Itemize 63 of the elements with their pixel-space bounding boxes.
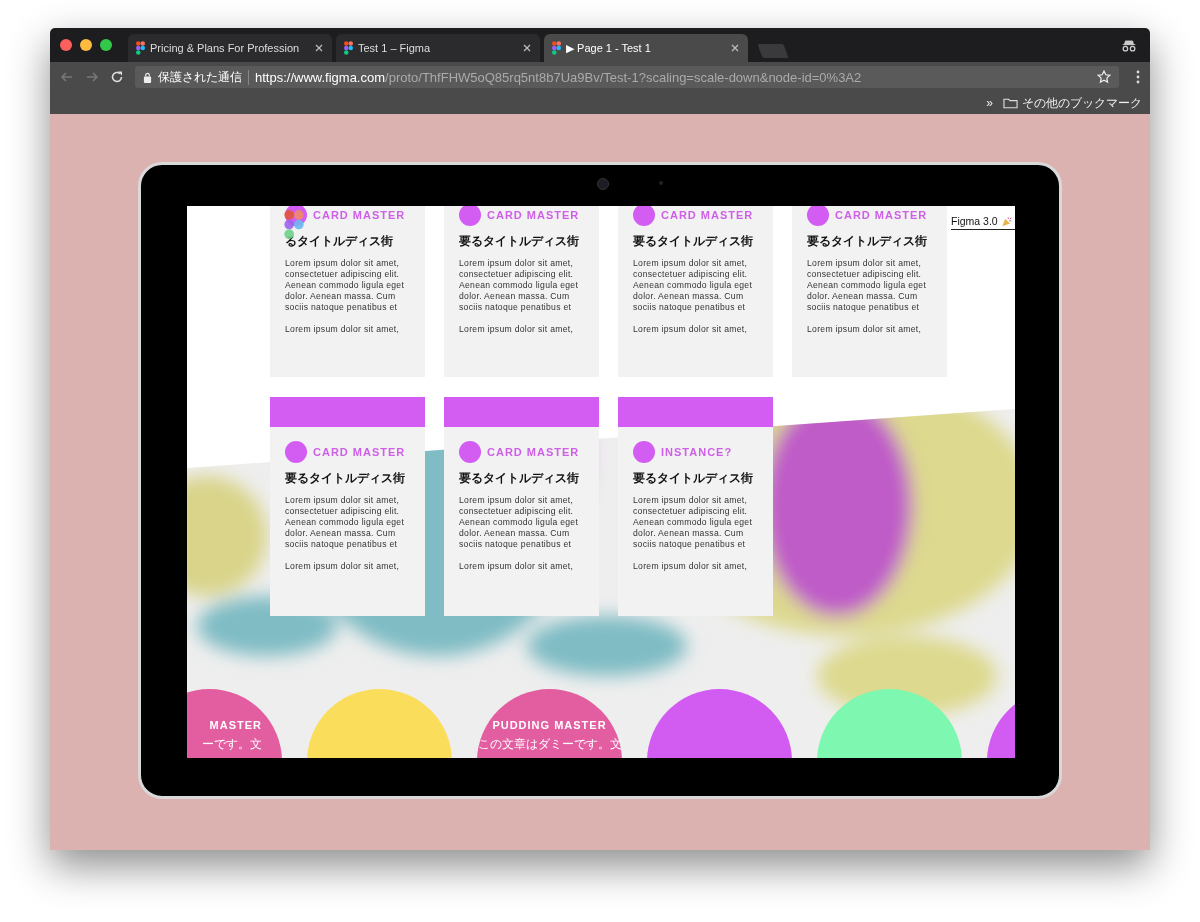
maximize-button[interactable] <box>100 39 112 51</box>
avatar-circle <box>633 206 655 226</box>
avatar-circle <box>807 206 829 226</box>
incognito-icon <box>1120 39 1138 52</box>
card-title: CARD MASTER <box>313 446 406 458</box>
card-body-text: Lorem ipsum dolor sit amet, <box>285 324 401 335</box>
menu-icon[interactable] <box>1136 70 1140 84</box>
bookmark-folder[interactable]: その他のブックマーク <box>1003 94 1142 112</box>
card-body-text: Lorem ipsum dolor sit amet, <box>807 324 923 335</box>
figma-logo-icon <box>552 41 561 55</box>
lock-icon <box>143 71 152 83</box>
figma-logo-icon <box>136 41 145 55</box>
version-label: Figma 3.0 <box>951 215 998 227</box>
more-bookmarks-button[interactable]: » <box>986 96 993 110</box>
card-title: CARD MASTER <box>661 209 754 221</box>
card-body-text: Lorem ipsum dolor sit amet, <box>285 561 401 572</box>
reload-icon[interactable] <box>110 70 124 84</box>
camera-icon <box>597 178 609 190</box>
figma-logo-icon <box>344 41 353 55</box>
card-subtitle: るタイトルディス街 <box>285 233 394 250</box>
circle-text: ーです。文 <box>202 736 262 753</box>
circle-text: この文章はダミーです。文 <box>477 736 622 753</box>
browser-tab[interactable]: ▶ Page 1 - Test 1 <box>544 34 748 62</box>
card-title: CARD MASTER <box>835 209 928 221</box>
avatar-circle <box>459 441 481 463</box>
card-title: INSTANCE? <box>661 446 733 458</box>
card-subtitle: 要るタイトルディス街 <box>459 470 580 487</box>
card-body-text: Lorem ipsum dolor sit amet, <box>633 561 749 572</box>
card-title: CARD MASTER <box>487 209 580 221</box>
card-body-text: Lorem ipsum dolor sit amet, consectetuer adipiscing elit. Aenean commodo ligula eget dolor. Aenean massa. Cum sociis natoque penatibus et <box>633 495 754 550</box>
circle-title: MASTER <box>209 719 262 731</box>
close-button[interactable] <box>60 39 72 51</box>
card-title: CARD MASTER <box>487 446 580 458</box>
card-body-text: Lorem ipsum dolor sit amet, consectetuer adipiscing elit. Aenean commodo ligula eget dolor. Aenean massa. Cum sociis natoque penatibus et <box>285 258 406 313</box>
card-body-text: Lorem ipsum dolor sit amet, <box>459 324 575 335</box>
close-tab-icon[interactable] <box>730 43 740 53</box>
card-subtitle: 要るタイトルディス街 <box>285 470 406 487</box>
close-tab-icon[interactable] <box>314 43 324 53</box>
card-body-text: Lorem ipsum dolor sit amet, consectetuer adipiscing elit. Aenean commodo ligula eget dolor. Aenean massa. Cum sociis natoque penatibus et <box>633 258 754 313</box>
card-body-text: Lorem ipsum dolor sit amet, consectetuer adipiscing elit. Aenean commodo ligula eget dolor. Aenean massa. Cum sociis natoque penatibus et <box>807 258 928 313</box>
card-subtitle: 要るタイトルディス街 <box>459 233 580 250</box>
folder-icon <box>1003 97 1018 109</box>
card-body-text: Lorem ipsum dolor sit amet, <box>459 561 575 572</box>
card-body-text: Lorem ipsum dolor sit amet, <box>633 324 749 335</box>
card-body-text: Lorem ipsum dolor sit amet, consectetuer adipiscing elit. Aenean commodo ligula eget dolor. Aenean massa. Cum sociis natoque penatibus et <box>285 495 406 550</box>
browser-tab[interactable]: Pricing & Plans For Profession <box>128 34 332 62</box>
card-title: CARD MASTER <box>313 209 406 221</box>
card-subtitle: 要るタイトルディス街 <box>807 233 928 250</box>
avatar-circle <box>285 441 307 463</box>
address-field[interactable]: 保護された通信 https://www.figma.com/proto/ThfFHW5oQ85rq5nt8b7Ua9Bv/Test-1?scaling=scale-down&node-id=0%3A2 <box>135 66 1119 88</box>
party-popper-icon <box>1000 215 1012 227</box>
close-tab-icon[interactable] <box>522 43 532 53</box>
card-subtitle: 要るタイトルディス街 <box>633 470 754 487</box>
card-body-text: Lorem ipsum dolor sit amet, consectetuer adipiscing elit. Aenean commodo ligula eget dolor. Aenean massa. Cum sociis natoque penatibus et <box>459 258 580 313</box>
avatar-circle <box>633 441 655 463</box>
bookmark-star-icon[interactable] <box>1097 70 1111 84</box>
card-body-text: Lorem ipsum dolor sit amet, consectetuer adipiscing elit. Aenean commodo ligula eget dolor. Aenean massa. Cum sociis natoque penatibus et <box>459 495 580 550</box>
card-subtitle: 要るタイトルディス街 <box>633 233 754 250</box>
minimize-button[interactable] <box>80 39 92 51</box>
sensor-icon <box>659 181 663 185</box>
circle-title: PUDDING MASTER <box>492 719 607 731</box>
browser-tab[interactable]: Test 1 – Figma <box>336 34 540 62</box>
avatar-circle <box>459 206 481 226</box>
